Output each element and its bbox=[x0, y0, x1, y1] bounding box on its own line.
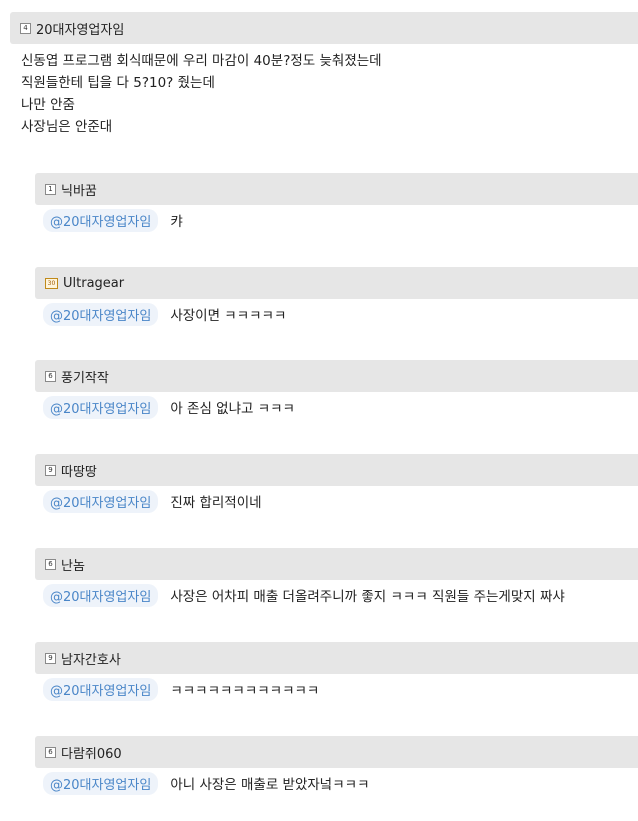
comment-author[interactable]: 남자간호사 bbox=[61, 649, 121, 668]
comment: 6 풍기작작 @20대자영업자임 아 존심 없냐고 ㅋㅋㅋ bbox=[35, 360, 638, 421]
comment-author[interactable]: 닉바꿈 bbox=[61, 180, 97, 199]
thread-page: 4 20대자영업자임 신동엽 프로그램 회식때문에 우리 마감이 40분?정도 … bbox=[0, 0, 638, 821]
comment: 9 따땅땅 @20대자영업자임 진짜 합리적이네 bbox=[35, 454, 638, 515]
mention-tag[interactable]: @20대자영업자임 bbox=[43, 208, 159, 232]
comment-author[interactable]: 다람쥐060 bbox=[61, 743, 122, 762]
post-author[interactable]: 20대자영업자임 bbox=[36, 19, 124, 38]
comment-author[interactable]: 따땅땅 bbox=[61, 461, 97, 480]
post-header: 4 20대자영업자임 bbox=[10, 12, 638, 44]
comment-body: @20대자영업자임 ㅋㅋㅋㅋㅋㅋㅋㅋㅋㅋㅋㅋ bbox=[35, 675, 638, 703]
level-badge-icon: 6 bbox=[45, 746, 56, 758]
comment-body: @20대자영업자임 아 존심 없냐고 ㅋㅋㅋ bbox=[35, 393, 638, 421]
comment-header: 6 다람쥐060 bbox=[35, 736, 638, 768]
post-line: 직원들한테 팁을 다 5?10? 줬는데 bbox=[21, 75, 215, 91]
comment-body: @20대자영업자임 캬 bbox=[35, 206, 638, 234]
comment-body: @20대자영업자임 사장이면 ㅋㅋㅋㅋㅋ bbox=[35, 300, 638, 328]
level-badge-icon: 4 bbox=[20, 22, 31, 34]
comment-text: 진짜 합리적이네 bbox=[170, 495, 262, 511]
mention-tag[interactable]: @20대자영업자임 bbox=[43, 771, 159, 795]
comment-header: 9 남자간호사 bbox=[35, 642, 638, 674]
comment-body: @20대자영업자임 아니 사장은 매출로 받았자넠ㅋㅋㅋ bbox=[35, 769, 638, 797]
level-badge-icon: 1 bbox=[45, 183, 56, 195]
mention-tag[interactable]: @20대자영업자임 bbox=[43, 677, 159, 701]
mention-tag[interactable]: @20대자영업자임 bbox=[43, 302, 159, 326]
mention-tag[interactable]: @20대자영업자임 bbox=[43, 583, 159, 607]
comment: 1 닉바꿈 @20대자영업자임 캬 bbox=[35, 173, 638, 234]
level-badge-icon: 9 bbox=[45, 464, 56, 476]
level-badge-icon: 6 bbox=[45, 370, 56, 382]
comment: 9 남자간호사 @20대자영업자임 ㅋㅋㅋㅋㅋㅋㅋㅋㅋㅋㅋㅋ bbox=[35, 642, 638, 703]
comment-text: ㅋㅋㅋㅋㅋㅋㅋㅋㅋㅋㅋㅋ bbox=[170, 683, 320, 699]
comment-text: 캬 bbox=[170, 214, 183, 230]
post-line: 사장님은 안준대 bbox=[21, 119, 113, 135]
comment-header: 6 난놈 bbox=[35, 548, 638, 580]
comment: 30 Ultragear @20대자영업자임 사장이면 ㅋㅋㅋㅋㅋ bbox=[35, 267, 638, 328]
comment-text: 사장은 어차피 매출 더올려주니까 좋지 ㅋㅋㅋ 직원들 주는게맞지 짜샤 bbox=[170, 589, 565, 605]
level-badge-icon: 9 bbox=[45, 652, 56, 664]
level-badge-icon: 30 bbox=[45, 277, 58, 289]
level-badge-icon: 6 bbox=[45, 558, 56, 570]
mention-tag[interactable]: @20대자영업자임 bbox=[43, 489, 159, 513]
comment-text: 아 존심 없냐고 ㅋㅋㅋ bbox=[170, 401, 295, 417]
comment-author[interactable]: 풍기작작 bbox=[61, 367, 109, 386]
comment-body: @20대자영업자임 진짜 합리적이네 bbox=[35, 487, 638, 515]
comment-header: 30 Ultragear bbox=[35, 267, 638, 299]
comment-header: 6 풍기작작 bbox=[35, 360, 638, 392]
comment-body: @20대자영업자임 사장은 어차피 매출 더올려주니까 좋지 ㅋㅋㅋ 직원들 주… bbox=[35, 581, 638, 609]
comment-text: 사장이면 ㅋㅋㅋㅋㅋ bbox=[170, 308, 287, 324]
comment-author[interactable]: Ultragear bbox=[63, 276, 124, 291]
post-line: 신동엽 프로그램 회식때문에 우리 마감이 40분?정도 늦춰졌는데 bbox=[21, 53, 382, 69]
mention-tag[interactable]: @20대자영업자임 bbox=[43, 395, 159, 419]
comment-header: 1 닉바꿈 bbox=[35, 173, 638, 205]
comment: 6 난놈 @20대자영업자임 사장은 어차피 매출 더올려주니까 좋지 ㅋㅋㅋ … bbox=[35, 548, 638, 609]
comment-header: 9 따땅땅 bbox=[35, 454, 638, 486]
comment-text: 아니 사장은 매출로 받았자넠ㅋㅋㅋ bbox=[170, 777, 370, 793]
post-body: 신동엽 프로그램 회식때문에 우리 마감이 40분?정도 늦춰졌는데 직원들한테… bbox=[21, 50, 621, 138]
comment-author[interactable]: 난놈 bbox=[61, 555, 85, 574]
comment: 6 다람쥐060 @20대자영업자임 아니 사장은 매출로 받았자넠ㅋㅋㅋ bbox=[35, 736, 638, 797]
post-line: 나만 안줌 bbox=[21, 97, 75, 113]
